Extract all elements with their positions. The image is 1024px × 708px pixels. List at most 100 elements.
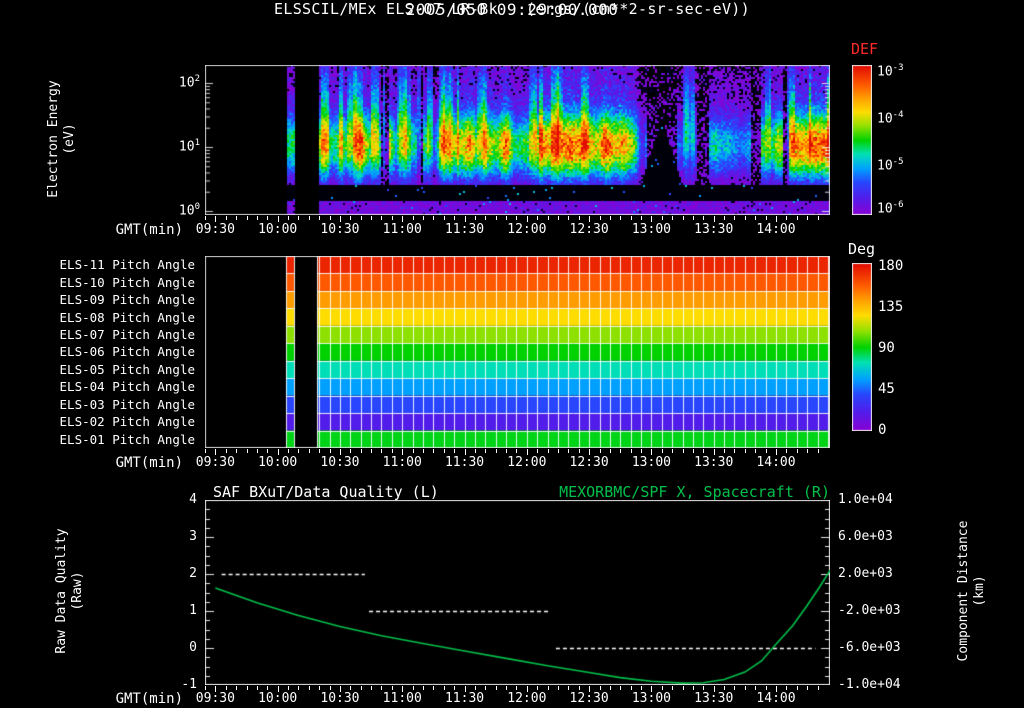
x-tick-mark [485, 686, 487, 690]
x-tick-mark [557, 216, 559, 220]
units-title: (ergs/(cm**2-sr-sec-eV)) [526, 0, 750, 18]
x-tick-label: 14:00 [756, 222, 796, 237]
x-tick-label: 11:30 [444, 222, 485, 237]
x-tick-mark [360, 216, 362, 220]
x-tick-mark [350, 449, 352, 453]
x-tick-label: 11:30 [444, 691, 485, 706]
pitch-row-label: ELS-02 Pitch Angle [59, 414, 195, 430]
x-tick-mark [744, 686, 746, 690]
deg-colorbar-tick-label: 180 [878, 258, 904, 274]
x-tick-mark [506, 216, 508, 220]
x-tick-label: 11:00 [382, 222, 422, 237]
x-tick-label: 12:00 [507, 691, 547, 706]
pitch-row-label: ELS-11 Pitch Angle [59, 257, 195, 273]
x-tick-mark [661, 216, 663, 220]
x-tick-mark [516, 686, 518, 690]
x-tick-mark [236, 449, 238, 453]
x-tick-mark [537, 216, 539, 220]
x-tick-label: 13:30 [694, 455, 734, 470]
x-tick-mark [506, 449, 508, 453]
x-tick-mark [516, 216, 518, 220]
deg-colorbar-tick-label: 135 [878, 299, 904, 315]
x-tick-mark [256, 449, 258, 453]
pitch-row-label: ELS-09 Pitch Angle [59, 292, 195, 308]
x-tick-mark [599, 449, 601, 453]
x-tick-mark [630, 449, 632, 453]
x-tick-label: 12:30 [569, 222, 609, 237]
x-tick-mark [423, 686, 425, 690]
line-left-tick-label: 1 [189, 603, 197, 618]
x-tick-mark [765, 449, 767, 453]
x-tick-mark [703, 216, 705, 220]
x-tick-mark [381, 216, 383, 220]
x-tick-label: 13:00 [631, 222, 671, 237]
x-tick-mark [599, 216, 601, 220]
x-tick-mark [703, 449, 705, 453]
x-tick-mark [620, 686, 622, 690]
pitch-row-label: ELS-06 Pitch Angle [59, 344, 195, 360]
x-tick-label: 09:30 [195, 222, 235, 237]
x-tick-label: 12:30 [569, 455, 609, 470]
x-tick-label: 11:00 [382, 455, 422, 470]
x-tick-mark [817, 449, 819, 453]
x-tick-label: 14:00 [756, 455, 796, 470]
x-tick-mark [755, 449, 757, 453]
x-tick-label: 12:00 [507, 222, 547, 237]
def-colorbar-title: DEF [851, 40, 879, 58]
x-tick-mark [350, 216, 352, 220]
x-tick-mark [817, 686, 819, 690]
x-tick-mark [308, 449, 310, 453]
x-tick-label: 10:30 [320, 691, 360, 706]
x-tick-label: 13:00 [631, 691, 671, 706]
x-tick-mark [516, 449, 518, 453]
x-tick-label: 10:00 [258, 691, 298, 706]
x-tick-mark [246, 449, 248, 453]
left-series-title: SAF_BXuT/Data Quality (L) [213, 483, 439, 501]
x-tick-mark [703, 686, 705, 690]
x-tick-mark [578, 216, 580, 220]
x-tick-mark [267, 686, 269, 690]
x-tick-label: 10:00 [258, 222, 298, 237]
x-tick-mark [495, 449, 497, 453]
line-right-tick-label: 2.0e+03 [838, 566, 893, 581]
x-tick-mark [371, 449, 373, 453]
deg-colorbar-tick-label: 0 [878, 422, 887, 438]
x-tick-mark [620, 449, 622, 453]
x-tick-mark [256, 686, 258, 690]
x-tick-mark [329, 449, 331, 453]
x-tick-mark [609, 686, 611, 690]
x-tick-mark [682, 449, 684, 453]
x-tick-mark [246, 216, 248, 220]
deg-colorbar-tick-label: 45 [878, 381, 895, 397]
x-tick-mark [755, 216, 757, 220]
x-tick-mark [288, 216, 290, 220]
gmt-axis-label-2: GMT(min) [115, 455, 183, 471]
spectrogram-ytick-label: 100 [178, 202, 200, 219]
x-tick-mark [319, 686, 321, 690]
x-tick-mark [765, 216, 767, 220]
x-tick-label: 10:00 [258, 455, 298, 470]
x-tick-mark [547, 686, 549, 690]
pitch-row-label: ELS-04 Pitch Angle [59, 379, 195, 395]
x-tick-mark [672, 216, 674, 220]
x-tick-mark [246, 686, 248, 690]
x-tick-mark [485, 216, 487, 220]
spectrogram-ytick-label: 101 [178, 138, 200, 155]
x-tick-mark [225, 686, 227, 690]
x-tick-mark [755, 686, 757, 690]
x-tick-mark [641, 449, 643, 453]
x-tick-mark [454, 686, 456, 690]
x-tick-mark [205, 216, 206, 220]
x-tick-mark [391, 449, 393, 453]
x-tick-mark [319, 449, 321, 453]
x-tick-mark [630, 216, 632, 220]
x-tick-mark [267, 216, 269, 220]
x-tick-mark [672, 686, 674, 690]
x-tick-mark [796, 449, 798, 453]
x-tick-mark [495, 216, 497, 220]
x-tick-label: 09:30 [195, 691, 235, 706]
line-right-tick-label: -6.0e+03 [838, 640, 901, 655]
x-tick-mark [371, 686, 373, 690]
x-tick-mark [682, 216, 684, 220]
def-colorbar [852, 65, 872, 215]
